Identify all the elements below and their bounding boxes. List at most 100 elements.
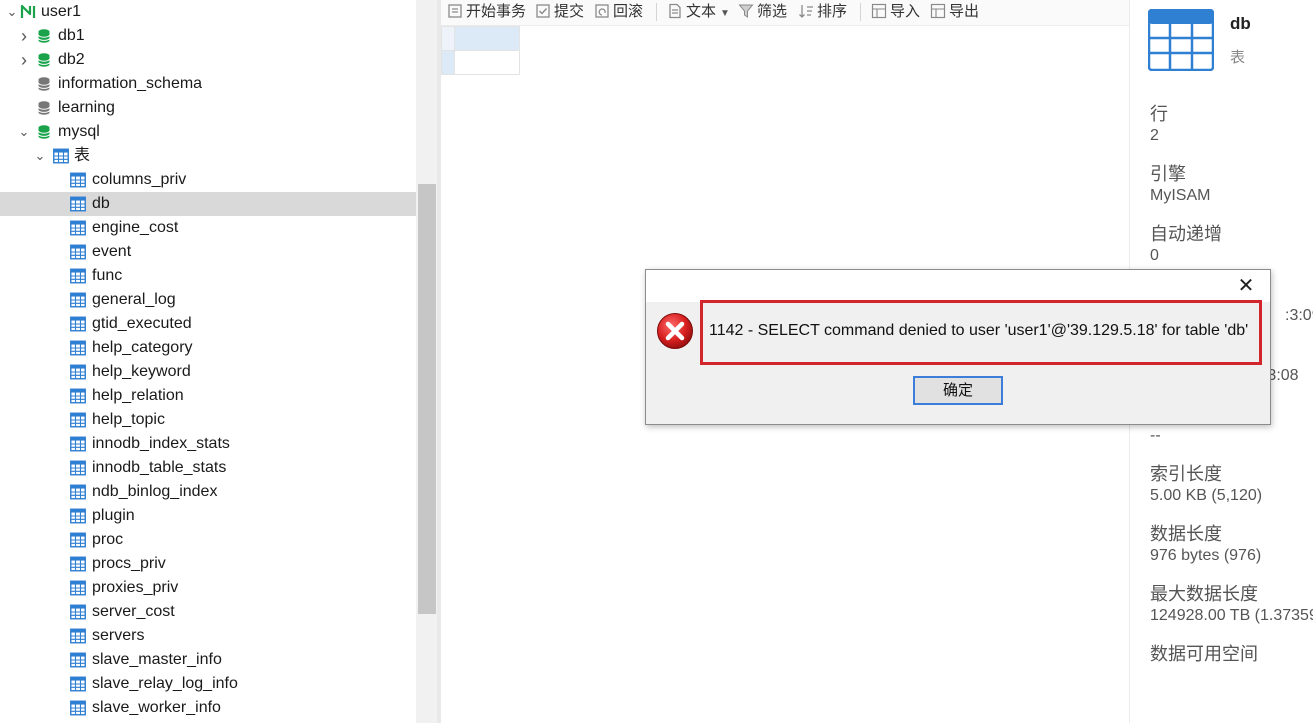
error-dialog: ✕ 1142 - SELECT command denied to user '… (645, 269, 1271, 425)
text-label: 文本 (686, 3, 717, 20)
tree-table-event[interactable]: event (0, 240, 416, 264)
tree-item-label: mysql (58, 123, 100, 140)
import-icon (871, 3, 887, 19)
tree-item-label: db (92, 195, 110, 212)
rollback-icon (595, 4, 609, 18)
chevron-down-icon[interactable]: ⌄ (16, 120, 32, 144)
property-value: 124928.00 TB (1.37359 (1150, 607, 1313, 624)
property-label: 数据长度 (1150, 524, 1222, 544)
tree-table-help-topic[interactable]: help_topic (0, 408, 416, 432)
table-icon (70, 268, 86, 284)
property-value: 0 (1150, 247, 1159, 264)
commit-icon (536, 4, 550, 18)
filter-button[interactable]: 筛选 (738, 2, 787, 22)
tree-table-slave-worker-info[interactable]: slave_worker_info (0, 696, 416, 720)
rollback-label: 回滚 (613, 3, 644, 20)
database-icon (36, 100, 52, 116)
error-icon (657, 313, 693, 349)
table-icon (70, 436, 86, 452)
object-type: 表 (1230, 49, 1246, 66)
tree-table-db[interactable]: db (0, 192, 416, 216)
chevron-down-icon[interactable]: ⌄ (4, 0, 20, 24)
tree-database-mysql[interactable]: ⌄ mysql (0, 120, 416, 144)
property-value: 976 bytes (976) (1150, 547, 1262, 564)
sort-button[interactable]: 排序 (798, 2, 847, 22)
navigation-sidebar: ⌄ user1 › db1 › db2 information_schema learning… (0, 0, 437, 723)
grid-cell[interactable] (454, 50, 520, 75)
tree-database-db2[interactable]: › db2 (0, 48, 416, 72)
tree-connection-user1[interactable]: ⌄ user1 (0, 0, 416, 24)
filter-label: 筛选 (757, 3, 788, 20)
grid-row-header[interactable] (441, 50, 455, 75)
property-value: :3:09 (1285, 307, 1313, 324)
tree-table-help-relation[interactable]: help_relation (0, 384, 416, 408)
tree-table-columns-priv[interactable]: columns_priv (0, 168, 416, 192)
tree-table-slave-relay-log-info[interactable]: slave_relay_log_info (0, 672, 416, 696)
export-icon (930, 3, 946, 19)
text-icon (669, 3, 681, 19)
table-icon (70, 340, 86, 356)
tree-item-label: general_log (92, 291, 176, 308)
table-large-icon (1148, 9, 1214, 71)
ok-button[interactable]: 确定 (913, 376, 1003, 405)
tree-table-server-cost[interactable]: server_cost (0, 600, 416, 624)
tree-table-plugin[interactable]: plugin (0, 504, 416, 528)
close-icon[interactable]: ✕ (1234, 274, 1258, 298)
tree-table-ndb-binlog-index[interactable]: ndb_binlog_index (0, 480, 416, 504)
tree-item-label: learning (58, 99, 115, 116)
chevron-right-icon[interactable]: › (16, 24, 32, 48)
export-button[interactable]: 导出 (930, 2, 979, 22)
tree-tables-folder[interactable]: ⌄ 表 (0, 144, 416, 168)
tree-item-label: information_schema (58, 75, 203, 92)
tree-item-label: proc (92, 531, 124, 548)
tree-item-label: servers (92, 627, 145, 644)
tree-database-db1[interactable]: › db1 (0, 24, 416, 48)
table-icon (70, 580, 86, 596)
table-icon (70, 220, 86, 236)
tree-table-general-log[interactable]: general_log (0, 288, 416, 312)
tree-item-label: help_relation (92, 387, 184, 404)
sort-label: 排序 (817, 3, 848, 20)
dialog-titlebar: ✕ (646, 270, 1270, 302)
text-view-button[interactable]: 文本 ▼ (667, 2, 730, 22)
property-value: MyISAM (1150, 187, 1211, 204)
commit-button[interactable]: 提交 (535, 2, 584, 22)
tree-item-label: help_topic (92, 411, 165, 428)
connection-icon (20, 4, 36, 20)
table-icon (70, 532, 86, 548)
sidebar-scrollbar-thumb[interactable] (418, 184, 436, 614)
tree-item-label: ndb_binlog_index (92, 483, 218, 500)
property-value: -- (1150, 427, 1161, 444)
chevron-down-icon[interactable]: ⌄ (32, 144, 48, 168)
tree-table-procs-priv[interactable]: procs_priv (0, 552, 416, 576)
tree-table-func[interactable]: func (0, 264, 416, 288)
tree-table-servers[interactable]: servers (0, 624, 416, 648)
grid-cell[interactable] (454, 26, 520, 51)
rollback-button[interactable]: 回滚 (594, 2, 643, 22)
tree-table-innodb-index-stats[interactable]: innodb_index_stats (0, 432, 416, 456)
tree-table-proxies-priv[interactable]: proxies_priv (0, 576, 416, 600)
database-icon (36, 28, 52, 44)
tree-database-information-schema[interactable]: information_schema (0, 72, 416, 96)
toolbar-separator (656, 3, 657, 21)
import-button[interactable]: 导入 (871, 2, 920, 22)
tree-table-proc[interactable]: proc (0, 528, 416, 552)
tree-table-innodb-table-stats[interactable]: innodb_table_stats (0, 456, 416, 480)
tree-item-label: slave_master_info (92, 651, 222, 668)
tree-table-slave-master-info[interactable]: slave_master_info (0, 648, 416, 672)
table-icon (70, 700, 86, 716)
tree-item-label: gtid_executed (92, 315, 192, 332)
tree-item-label: plugin (92, 507, 135, 524)
table-icon (70, 676, 86, 692)
tree-table-gtid-executed[interactable]: gtid_executed (0, 312, 416, 336)
grid-row-header[interactable] (441, 26, 455, 51)
tree-table-help-category[interactable]: help_category (0, 336, 416, 360)
tree-table-help-keyword[interactable]: help_keyword (0, 360, 416, 384)
tree-item-label: innodb_table_stats (92, 459, 227, 476)
begin-transaction-button[interactable]: 开始事务 (447, 2, 526, 22)
tree-database-learning[interactable]: learning (0, 96, 416, 120)
chevron-right-icon[interactable]: › (16, 48, 32, 72)
tree-table-engine-cost[interactable]: engine_cost (0, 216, 416, 240)
table-icon (70, 388, 86, 404)
table-icon (70, 316, 86, 332)
